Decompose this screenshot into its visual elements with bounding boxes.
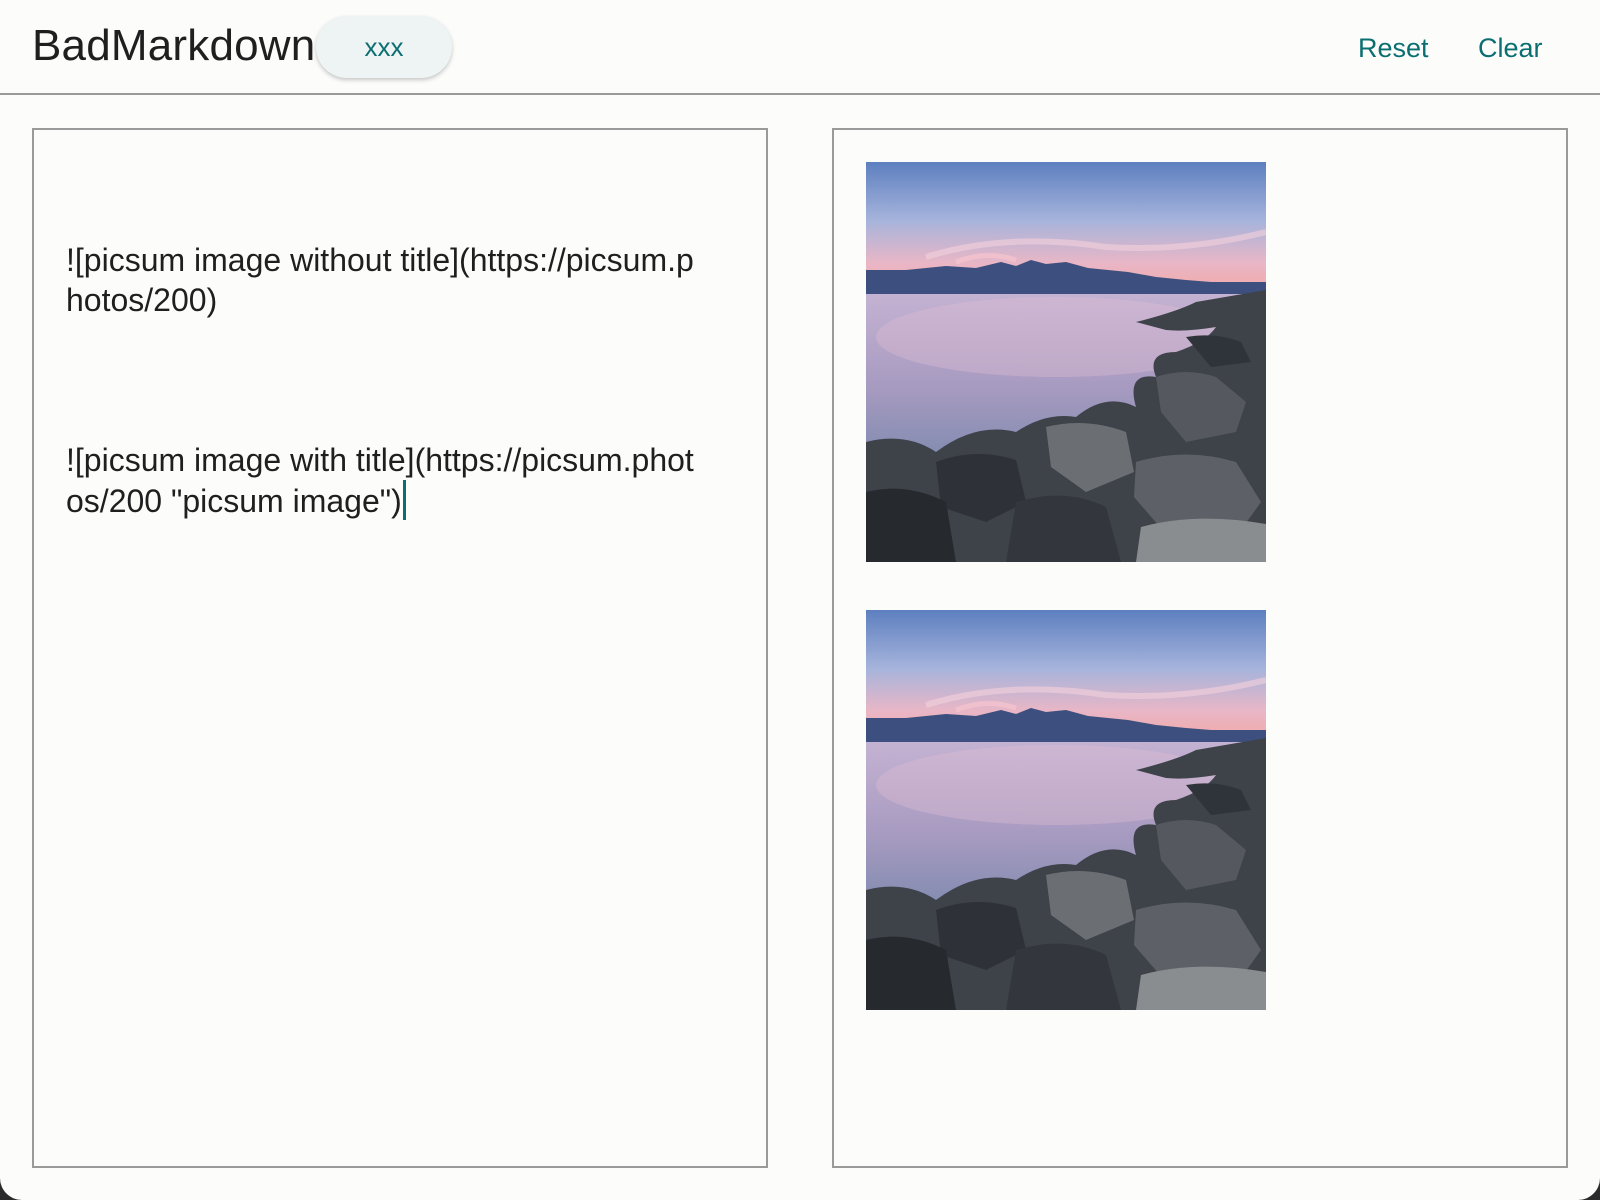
editor-line[interactable]: ![picsum image with title](https://picsu… [66,442,694,519]
editor-line[interactable]: ![picsum image without title](https://pi… [66,240,706,320]
seascape-image [866,162,1266,562]
app-title: BadMarkdown [32,21,316,70]
editor-content[interactable]: ![picsum image without title](https://pi… [66,160,706,601]
markdown-editor[interactable]: ![picsum image without title](https://pi… [32,128,768,1168]
reset-button[interactable]: Reset [1352,24,1435,72]
markdown-preview [832,128,1568,1168]
app-window: BadMarkdown xxx Reset Clear ![picsum ima… [0,0,1600,1200]
editor-line-with-caret[interactable]: ![picsum image with title](https://picsu… [66,440,706,521]
seascape-image [866,610,1266,1010]
preview-image [866,610,1266,1010]
text-caret [402,480,406,520]
document-name-chip[interactable]: xxx [316,16,452,78]
preview-image [866,162,1266,562]
app-header: BadMarkdown xxx Reset Clear [0,0,1600,95]
clear-button[interactable]: Clear [1472,24,1549,72]
